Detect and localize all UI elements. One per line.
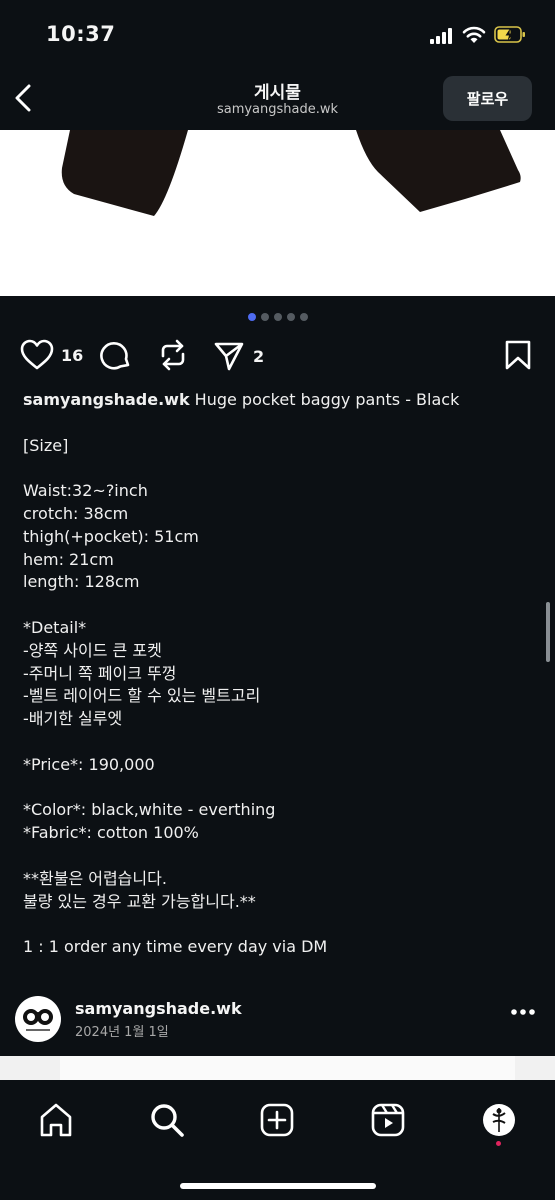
caption-line: hem: 21cm: [23, 549, 114, 569]
status-time: 10:37: [46, 22, 116, 46]
scrollbar[interactable]: [546, 602, 550, 662]
share-action[interactable]: 2: [213, 340, 264, 372]
caption-line: [23, 777, 533, 800]
caption-line: *Detail*: [23, 617, 87, 637]
caption-line: thigh(+pocket): 51cm: [23, 526, 199, 546]
notification-dot: [496, 1141, 501, 1146]
carousel-dot: [273, 313, 282, 321]
carousel-dot: [299, 313, 308, 321]
tab-search[interactable]: [147, 1100, 187, 1140]
caption-line: 불량 있는 경우 교환 가능합니다.**: [23, 891, 256, 911]
caption-line: [23, 412, 533, 435]
caption-line: crotch: 38cm: [23, 503, 129, 523]
home-icon[interactable]: [38, 1102, 74, 1138]
heart-icon[interactable]: [20, 339, 54, 371]
tab-reels[interactable]: [368, 1100, 408, 1140]
like-action[interactable]: 16: [20, 339, 83, 371]
caption-line: [23, 913, 533, 936]
caption-line: *Fabric*: cotton 100%: [23, 823, 199, 843]
bottom-tab-bar: [0, 1080, 555, 1200]
caption-line: length: 128cm: [23, 572, 140, 592]
caption-line: [23, 457, 533, 480]
post-caption: samyangshade.wk Huge pocket baggy pants …: [23, 389, 533, 959]
caption-line: *Color*: black,white - everthing: [23, 800, 276, 820]
caption-line: **환불은 어렵습니다.: [23, 868, 167, 888]
caption-line: [Size]: [23, 435, 69, 455]
repost-icon[interactable]: [157, 338, 189, 372]
wifi-icon: [462, 26, 486, 43]
search-icon[interactable]: [149, 1102, 185, 1138]
caption-username[interactable]: samyangshade.wk: [23, 390, 190, 409]
profile-avatar-icon[interactable]: [481, 1102, 517, 1138]
carousel-dot: [260, 313, 269, 321]
caption-line: [23, 594, 533, 617]
caption-line: 1 : 1 order any time every day via DM: [23, 937, 328, 957]
tab-profile[interactable]: [479, 1100, 519, 1140]
post-date: 2024년 1월 1일: [75, 1025, 169, 1040]
samyang-logo: [23, 1009, 53, 1031]
tab-home[interactable]: [36, 1100, 76, 1140]
carousel-dot: [286, 313, 295, 321]
caption-line: -양쪽 사이드 큰 포켓: [23, 640, 162, 660]
reels-icon[interactable]: [370, 1102, 406, 1138]
caption-line: -주머니 쪽 페이크 뚜껑: [23, 663, 177, 683]
like-count[interactable]: 16: [61, 346, 83, 365]
account-name[interactable]: samyangshade.wk: [75, 999, 242, 1018]
more-options-icon[interactable]: [510, 1008, 536, 1016]
carousel-dot: [247, 313, 256, 321]
caption-line: -배기한 실루엣: [23, 709, 123, 729]
caption-line: [23, 731, 533, 754]
caption-line: *Price*: 190,000: [23, 754, 155, 774]
caption-line: Waist:32~?inch: [23, 481, 148, 501]
signal-icon: [430, 28, 454, 44]
carousel-dots: [0, 313, 555, 321]
caption-line: -벨트 레이어드 할 수 있는 벨트고리: [23, 686, 261, 706]
create-icon[interactable]: [259, 1102, 295, 1138]
caption-line: [23, 845, 533, 868]
comment-icon[interactable]: [100, 339, 132, 371]
tab-create[interactable]: [257, 1100, 297, 1140]
follow-button[interactable]: 팔로우: [443, 76, 532, 121]
send-icon[interactable]: [213, 340, 245, 372]
battery-icon: [494, 26, 525, 43]
avatar[interactable]: [15, 996, 61, 1042]
bookmark-icon[interactable]: [504, 339, 532, 371]
home-indicator: [180, 1183, 376, 1189]
pants-photo: [61, 130, 521, 216]
share-count[interactable]: 2: [253, 347, 264, 366]
post-image[interactable]: [0, 130, 555, 296]
caption-title: Huge pocket baggy pants - Black: [194, 390, 460, 409]
